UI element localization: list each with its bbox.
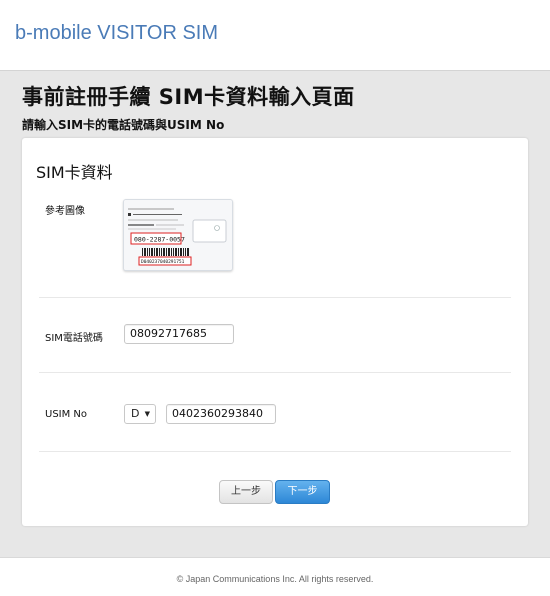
prev-step-button[interactable]: 上一步 — [219, 480, 273, 504]
copyright-text: © Japan Communications Inc. All rights r… — [176, 574, 374, 584]
sim-phone-text: 080-2287-0057 — [134, 236, 185, 244]
divider — [39, 297, 511, 298]
usim-label: USIM No — [45, 409, 88, 420]
chevron-down-icon: ▼ — [144, 410, 150, 418]
page-subtitle: 請輸入SIM卡的電話號碼與USIM No — [22, 118, 225, 132]
page-title: 事前註冊手續 SIM卡資料輸入頁面 — [22, 85, 355, 109]
phone-label: SIM電話號碼 — [45, 333, 103, 344]
reference-image-label: 參考圖像 — [45, 206, 85, 217]
header: b-mobile VISITOR SIM — [0, 0, 550, 71]
divider — [39, 451, 511, 452]
usim-number-input[interactable]: 0402360293840 — [166, 404, 276, 424]
section-title: SIM卡資料 — [36, 163, 113, 182]
usim-prefix-select[interactable]: D ▼ — [124, 404, 156, 424]
divider — [39, 372, 511, 373]
brand-title[interactable]: b-mobile VISITOR SIM — [15, 22, 218, 45]
sim-info-card: SIM卡資料 參考圖像 080-2287-0057 D0402370402917… — [22, 138, 528, 526]
usim-prefix-value: D — [131, 407, 140, 420]
footer: © Japan Communications Inc. All rights r… — [0, 557, 550, 596]
phone-number-input[interactable]: 08092717685 — [124, 324, 234, 344]
barcode-number-text: D040237040291751 — [141, 259, 185, 265]
reference-sim-image: 080-2287-0057 D040237040291751 — [123, 199, 233, 271]
next-step-button[interactable]: 下一步 — [275, 480, 330, 504]
sim-card-illustration: 080-2287-0057 D040237040291751 — [124, 200, 232, 270]
